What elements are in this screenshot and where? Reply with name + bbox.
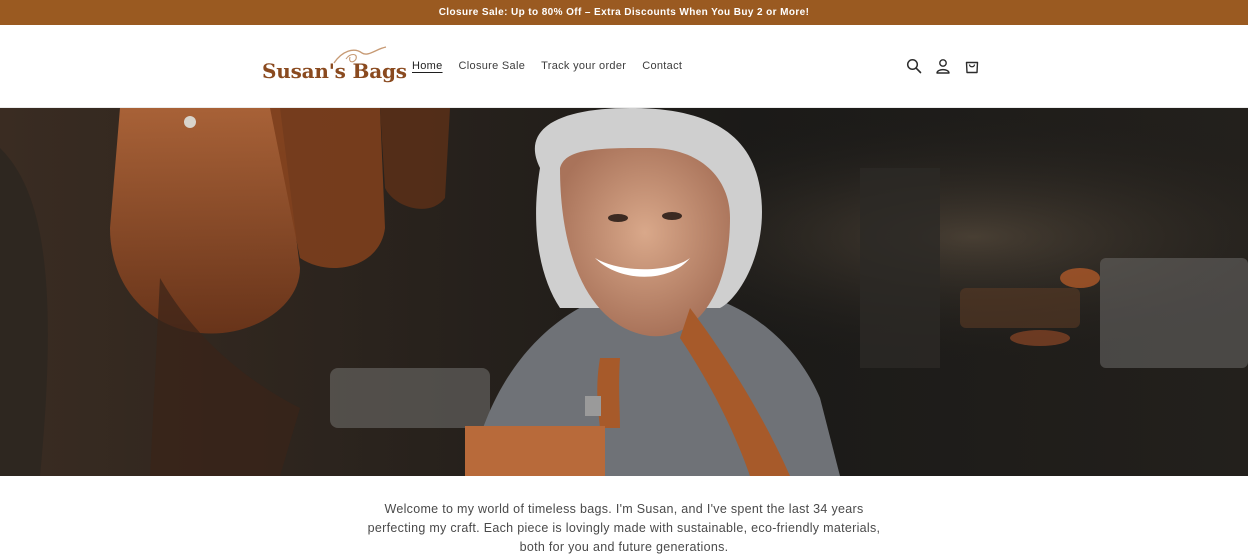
nav-home[interactable]: Home (412, 60, 443, 72)
hero-image (0, 108, 1248, 476)
site-header: Susan's Bags Home Closure Sale Track you… (0, 25, 1248, 108)
main-nav: Home Closure Sale Track your order Conta… (412, 60, 682, 72)
header-icons (905, 57, 981, 75)
cart-icon[interactable] (963, 57, 981, 75)
intro-text: Welcome to my world of timeless bags. I'… (367, 502, 881, 554)
search-icon[interactable] (905, 57, 923, 75)
nav-contact[interactable]: Contact (642, 60, 682, 72)
nav-closure-sale[interactable]: Closure Sale (459, 60, 526, 72)
account-icon[interactable] (934, 57, 952, 75)
logo-text: Susan's Bags (262, 59, 407, 83)
nav-track-order[interactable]: Track your order (541, 60, 626, 72)
announcement-bar: Closure Sale: Up to 80% Off – Extra Disc… (0, 0, 1248, 25)
hero-photo (0, 108, 1248, 476)
logo[interactable]: Susan's Bags (262, 45, 407, 87)
announcement-text: Closure Sale: Up to 80% Off – Extra Disc… (438, 7, 810, 18)
